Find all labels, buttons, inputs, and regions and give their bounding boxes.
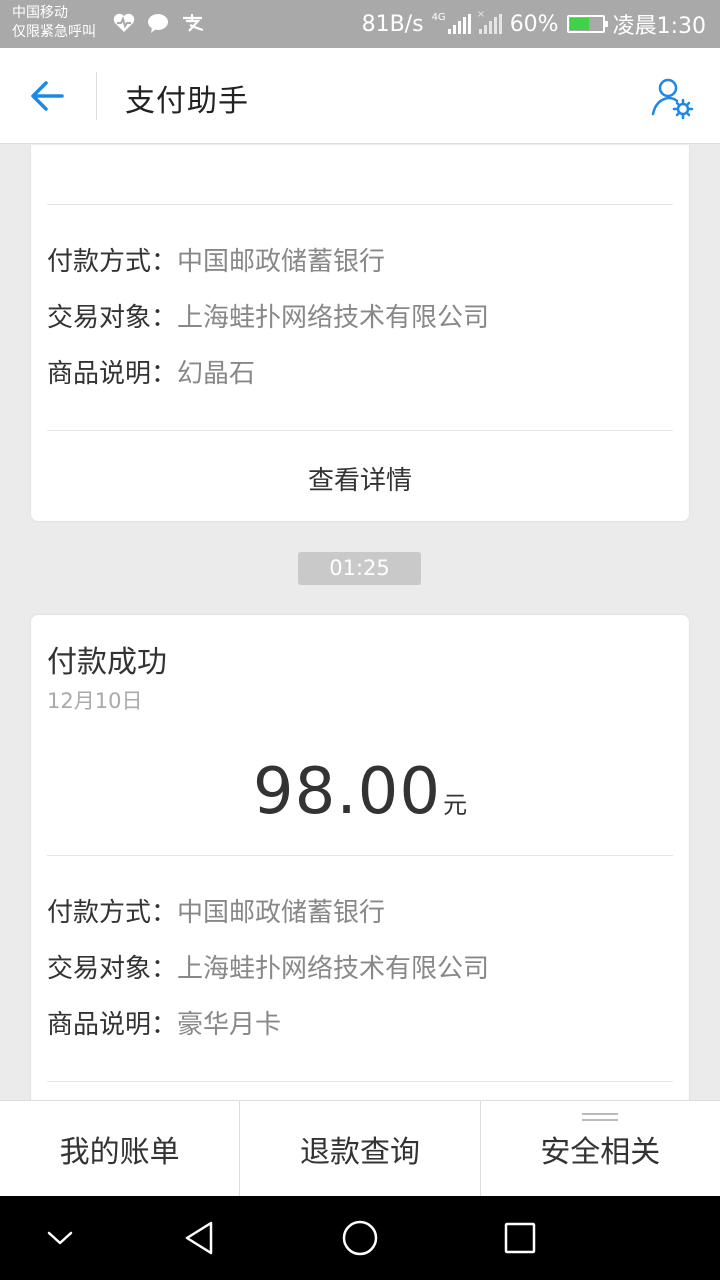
nav-back-button[interactable]	[176, 1214, 224, 1262]
health-icon	[113, 13, 135, 33]
detail-value: 幻晶石	[177, 359, 256, 389]
back-button[interactable]	[24, 72, 72, 120]
status-right: 81B/s 4G × 60% 凌晨1:30	[362, 0, 706, 48]
tab-refund-query[interactable]: 退款查询	[239, 1101, 479, 1196]
pay-icon	[183, 14, 204, 32]
tab-security[interactable]: 安全相关	[479, 1101, 720, 1196]
battery-percent: 60%	[509, 11, 559, 37]
bottom-menu: 我的账单 退款查询 安全相关	[0, 1100, 720, 1196]
battery-level-fill	[569, 18, 589, 30]
tab-my-bills[interactable]: 我的账单	[0, 1101, 239, 1196]
divider	[47, 204, 673, 205]
detail-row-merchant: 交易对象：上海蛙扑网络技术有限公司	[47, 300, 489, 336]
network-type: 4G	[431, 12, 446, 23]
hide-nav-button[interactable]	[36, 1214, 84, 1262]
time-badge: 01:25	[298, 552, 421, 585]
signal-icon	[447, 14, 471, 34]
battery-icon	[566, 15, 608, 33]
tab-label: 安全相关	[540, 1134, 661, 1170]
no-signal-icon: ×	[477, 10, 502, 34]
detail-row-payment-method: 付款方式：中国邮政储蓄银行	[47, 895, 385, 931]
divider	[47, 430, 673, 431]
message-list[interactable]: 98.00元 付款方式：中国邮政储蓄银行 交易对象：上海蛙扑网络技术有限公司 商…	[0, 145, 720, 1100]
detail-label: 商品说明：	[47, 359, 178, 389]
arrow-left-icon	[31, 81, 64, 111]
detail-value: 上海蛙扑网络技术有限公司	[177, 954, 490, 984]
carrier-name: 中国移动	[12, 5, 68, 21]
detail-row-merchant: 交易对象：上海蛙扑网络技术有限公司	[47, 951, 489, 987]
tab-label: 退款查询	[299, 1134, 420, 1170]
nav-home-button[interactable]	[336, 1214, 384, 1262]
detail-value: 上海蛙扑网络技术有限公司	[177, 303, 490, 333]
payment-card: 98.00元 付款方式：中国邮政储蓄银行 交易对象：上海蛙扑网络技术有限公司 商…	[30, 145, 690, 522]
chat-icon	[148, 14, 168, 33]
amount-unit: 元	[443, 791, 468, 819]
amount-row: 98.00元	[31, 145, 689, 154]
card-title: 付款成功	[47, 645, 167, 680]
user-settings-button[interactable]	[648, 74, 696, 122]
carrier-info: 中国移动 仅限紧急呼叫	[12, 4, 96, 42]
detail-row-product: 商品说明：幻晶石	[47, 356, 255, 392]
detail-value: 中国邮政储蓄银行	[177, 898, 386, 928]
payment-card: 付款成功 12月10日 98.00元 付款方式：中国邮政储蓄银行 交易对象：上海…	[30, 614, 690, 1100]
amount-value: 98.00	[252, 755, 442, 829]
divider	[47, 855, 673, 856]
detail-label: 交易对象：	[47, 303, 178, 333]
detail-label: 商品说明：	[47, 1010, 178, 1040]
clock: 凌晨1:30	[612, 14, 706, 39]
back-triangle-icon	[185, 1221, 213, 1255]
submenu-icon	[582, 1113, 619, 1125]
detail-label: 交易对象：	[47, 954, 178, 984]
amount-value: 98.00	[253, 145, 441, 154]
app-header: 支付助手	[0, 48, 720, 144]
detail-label: 付款方式：	[47, 898, 178, 928]
status-bar: 中国移动 仅限紧急呼叫 81B/s 4G × 60% 凌晨1:30	[0, 0, 720, 48]
detail-value: 豪华月卡	[177, 1010, 282, 1040]
detail-label: 付款方式：	[47, 247, 178, 277]
detail-value: 中国邮政储蓄银行	[177, 247, 386, 277]
nav-recents-button[interactable]	[496, 1214, 544, 1262]
system-nav-bar	[0, 1196, 720, 1280]
page-title: 支付助手	[125, 84, 249, 119]
detail-row-product: 商品说明：豪华月卡	[47, 1007, 281, 1043]
view-details-button[interactable]: 查看详情	[31, 460, 689, 497]
carrier-status: 仅限紧急呼叫	[12, 24, 96, 40]
amount-row: 98.00元	[31, 755, 689, 829]
notification-icons	[112, 12, 206, 34]
detail-row-payment-method: 付款方式：中国邮政储蓄银行	[47, 244, 385, 280]
recents-square-icon	[504, 1222, 536, 1254]
divider	[47, 1081, 673, 1082]
chevron-down-icon	[47, 1231, 73, 1245]
app-root: 中国移动 仅限紧急呼叫 81B/s 4G × 60% 凌晨1:30 支付助手 付…	[0, 0, 720, 1280]
user-settings-icon	[651, 78, 694, 120]
net-speed: 81B/s	[361, 11, 424, 37]
home-circle-icon	[342, 1220, 378, 1256]
card-date: 12月10日	[47, 689, 143, 713]
tab-label: 我的账单	[59, 1134, 180, 1170]
header-divider	[96, 72, 97, 120]
